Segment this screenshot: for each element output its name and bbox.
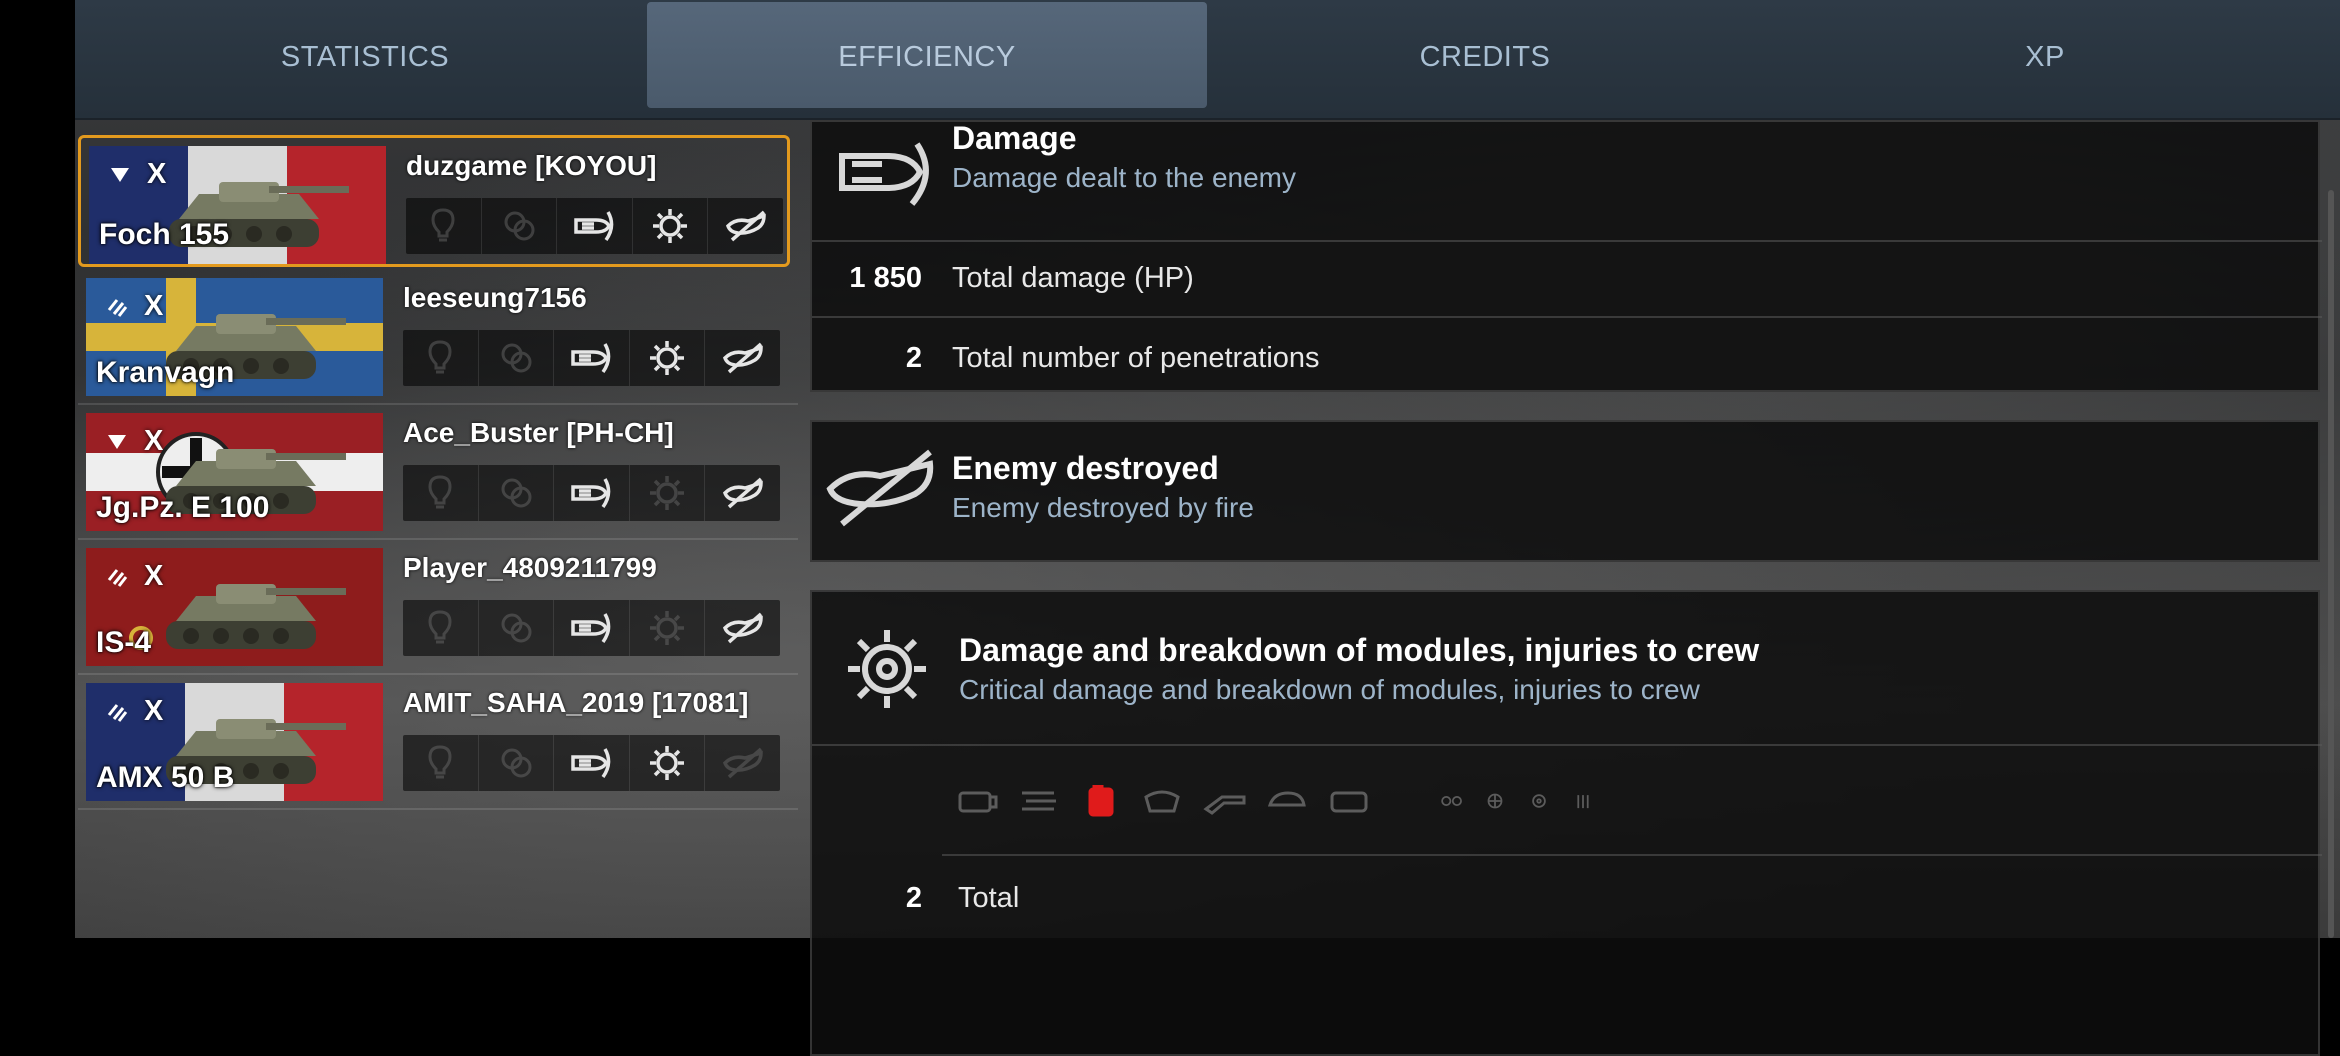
total-damage-value: 1 850 bbox=[849, 262, 922, 294]
gunner-icon bbox=[1524, 784, 1554, 818]
divider bbox=[78, 808, 798, 810]
tank-tier: X bbox=[144, 425, 164, 457]
tracks-icon bbox=[1324, 784, 1372, 818]
player-name: duzgame [KOYOU] bbox=[406, 150, 657, 181]
spotted-badge-icon bbox=[403, 465, 479, 521]
fuel-tank-icon bbox=[1076, 784, 1124, 818]
modules-total-label: Total bbox=[958, 882, 1020, 914]
tank-tier: X bbox=[144, 695, 164, 727]
modules-badge-icon bbox=[633, 198, 709, 254]
divider bbox=[812, 744, 2322, 746]
damage-badge-icon bbox=[554, 330, 630, 386]
modules-badge-icon bbox=[630, 465, 706, 521]
modules-badge-icon bbox=[630, 735, 706, 791]
damage-subtitle: Damage dealt to the enemy bbox=[952, 162, 1296, 193]
destroyed-badge-icon bbox=[705, 600, 780, 656]
destroyed-badge-icon bbox=[705, 330, 780, 386]
modules-badge-icon bbox=[630, 600, 706, 656]
gear-module-icon bbox=[848, 630, 926, 708]
enemy-destroyed-card: Enemy destroyed Enemy destroyed by fire bbox=[810, 420, 2320, 562]
spotted-badge-icon bbox=[403, 600, 479, 656]
tab-efficiency[interactable]: EFFICIENCY bbox=[647, 2, 1207, 108]
tank-name: Jg.Pz. E 100 bbox=[96, 491, 270, 524]
tank-name: IS-4 bbox=[96, 626, 152, 659]
destroyed-title: Enemy destroyed bbox=[952, 450, 1219, 486]
gun-icon bbox=[1200, 784, 1248, 818]
divider bbox=[812, 316, 2322, 318]
player-row[interactable]: X Foch 155 duzgame [KOYOU] bbox=[78, 135, 790, 267]
damage-title: Damage bbox=[952, 120, 1077, 156]
commander-icon bbox=[1480, 784, 1510, 818]
radio-icon bbox=[1138, 784, 1186, 818]
tab-bar: STATISTICS EFFICIENCY CREDITS XP bbox=[75, 0, 2340, 120]
heavy-tank-class-icon bbox=[107, 569, 128, 587]
heavy-tank-class-icon bbox=[107, 704, 128, 722]
module-icons-row bbox=[952, 784, 1598, 818]
spotted-badge-icon bbox=[406, 198, 482, 254]
total-damage-label: Total damage (HP) bbox=[952, 262, 1194, 294]
damage-badge-icon bbox=[554, 735, 630, 791]
destroyed-badge-icon bbox=[705, 465, 780, 521]
player-row[interactable]: X Jg.Pz. E 100 Ace_Buster [PH-CH] bbox=[78, 405, 798, 540]
assist-badge-icon bbox=[482, 198, 558, 254]
battle-results-screen: STATISTICS EFFICIENCY CREDITS XP X Foch 1… bbox=[75, 0, 2340, 1056]
tab-statistics[interactable]: STATISTICS bbox=[75, 0, 655, 110]
tank-name: Kranvagn bbox=[96, 356, 235, 389]
assist-badge-icon bbox=[479, 465, 555, 521]
divider bbox=[942, 854, 2322, 856]
modules-title: Damage and breakdown of modules, injurie… bbox=[959, 632, 1760, 668]
tank-tier: X bbox=[147, 158, 167, 190]
destroyed-subtitle: Enemy destroyed by fire bbox=[952, 492, 1254, 523]
tank-name: Foch 155 bbox=[99, 218, 230, 251]
achievement-badges bbox=[403, 600, 780, 656]
achievement-badges bbox=[406, 198, 783, 254]
player-name: Ace_Buster [PH-CH] bbox=[403, 417, 674, 448]
penetrations-value: 2 bbox=[905, 342, 922, 374]
damage-badge-icon bbox=[554, 465, 630, 521]
tab-xp[interactable]: XP bbox=[1765, 0, 2325, 110]
spotted-badge-icon bbox=[403, 735, 479, 791]
damage-badge-icon bbox=[554, 600, 630, 656]
tank-name: AMX 50 B bbox=[96, 761, 235, 794]
damage-card: Damage Damage dealt to the enemy 1 850 T… bbox=[810, 120, 2322, 392]
divider bbox=[812, 240, 2322, 242]
tank-destroyer-class-icon bbox=[108, 435, 126, 449]
turret-icon bbox=[1262, 784, 1310, 818]
loader-icon bbox=[1568, 784, 1598, 818]
heavy-tank-class-icon bbox=[107, 299, 128, 317]
spotted-badge-icon bbox=[403, 330, 479, 386]
player-row[interactable]: X Kranvagn leeseung7156 bbox=[78, 270, 798, 405]
achievement-badges bbox=[403, 465, 780, 521]
destroyed-badge-icon bbox=[708, 198, 783, 254]
player-row[interactable]: X AMX 50 B AMIT_SAHA_2019 [17081] bbox=[78, 675, 798, 810]
destroyed-tank-icon bbox=[826, 449, 934, 527]
achievement-badges bbox=[403, 735, 780, 791]
assist-badge-icon bbox=[479, 735, 555, 791]
tank-tier: X bbox=[144, 560, 164, 592]
tab-credits[interactable]: CREDITS bbox=[1205, 0, 1765, 110]
scrollbar[interactable] bbox=[2328, 190, 2334, 938]
tank-tier: X bbox=[144, 290, 164, 322]
engine-icon bbox=[952, 784, 1000, 818]
achievement-badges bbox=[403, 330, 780, 386]
modules-total-value: 2 bbox=[905, 882, 922, 914]
destroyed-badge-icon bbox=[705, 735, 780, 791]
tank-destroyer-class-icon bbox=[111, 168, 129, 182]
ammo-rack-icon bbox=[1014, 784, 1062, 818]
modules-badge-icon bbox=[630, 330, 706, 386]
assist-badge-icon bbox=[479, 330, 555, 386]
assist-badge-icon bbox=[479, 600, 555, 656]
shell-damage-icon bbox=[839, 142, 929, 206]
modules-subtitle: Critical damage and breakdown of modules… bbox=[959, 674, 1700, 705]
player-row[interactable]: X IS-4 Player_4809211799 bbox=[78, 540, 798, 675]
player-name: AMIT_SAHA_2019 [17081] bbox=[403, 687, 749, 718]
player-name: leeseung7156 bbox=[403, 282, 587, 313]
optics-icon bbox=[1436, 784, 1466, 818]
modules-card: Damage and breakdown of modules, injurie… bbox=[810, 590, 2322, 1056]
player-name: Player_4809211799 bbox=[403, 552, 657, 583]
damage-badge-icon bbox=[557, 198, 633, 254]
penetrations-label: Total number of penetrations bbox=[952, 342, 1320, 374]
